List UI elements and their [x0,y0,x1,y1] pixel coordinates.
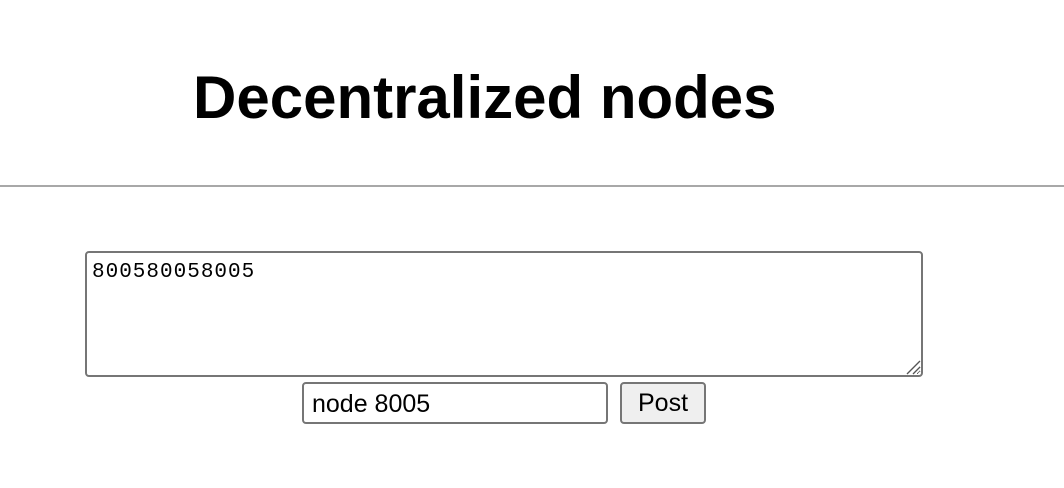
header-divider [0,185,1064,187]
page: Decentralized nodes 800580058005 Post [0,0,1064,488]
page-title: Decentralized nodes [193,64,777,131]
node-name-input[interactable] [302,382,608,424]
message-textarea[interactable]: 800580058005 [85,251,923,377]
post-button[interactable]: Post [620,382,706,424]
